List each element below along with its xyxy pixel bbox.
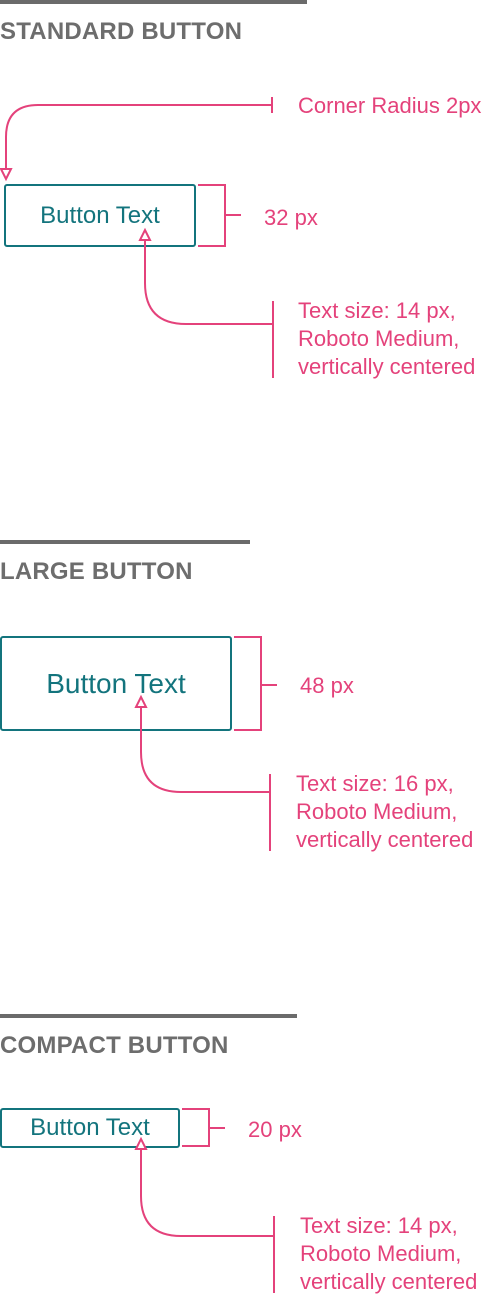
large-text-callout-arrowhead [134,694,148,708]
radius-callout-line [5,104,272,168]
large-height-bracket [234,636,262,731]
compact-text-callout-line [140,1150,274,1237]
standard-text-callout-arrowhead [138,227,152,241]
standard-text-callout-line [144,241,273,325]
annotation-lines [0,97,277,1293]
compact-text-callout-arrowhead [134,1136,148,1150]
compact-height-bracket [182,1108,210,1147]
standard-height-bracket [198,184,226,247]
large-text-callout-line [140,708,270,793]
radius-callout-arrowhead [0,168,13,182]
